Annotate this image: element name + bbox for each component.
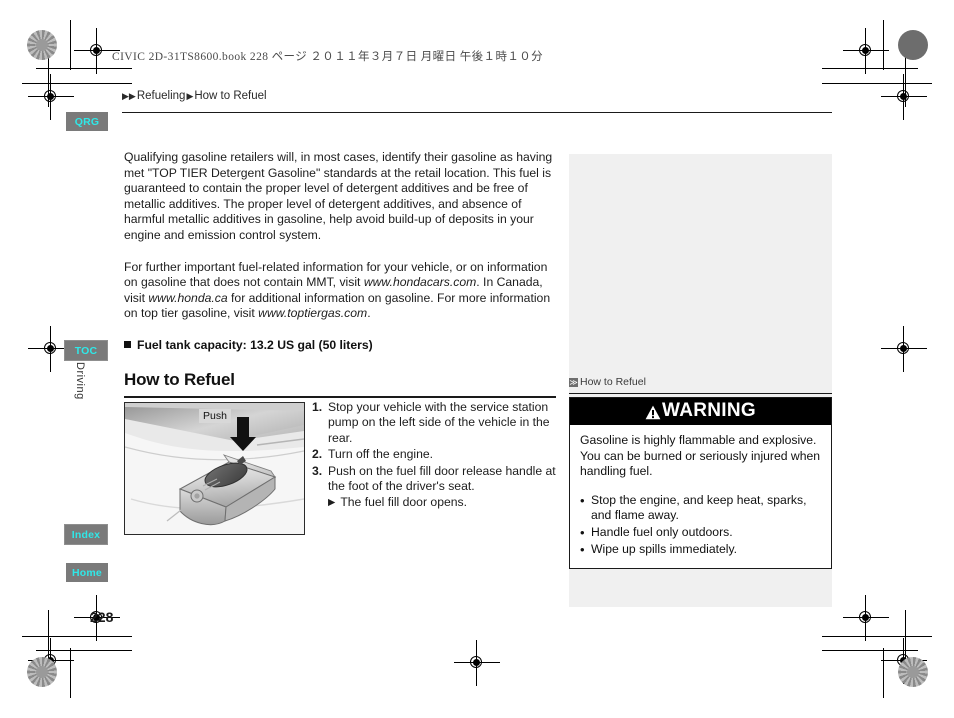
sidebar-item-label: Home [72,566,102,579]
url-hondacars[interactable]: www.hondacars.com [364,275,476,289]
document-page: CIVIC 2D-31TS8600.book 228 ページ ２０１１年３月７日… [0,0,954,718]
sidebar-reference-link[interactable]: ≫ How to Refuel [569,376,832,388]
registration-target-icon [454,640,500,686]
refuel-steps-list: 1. Stop your vehicle with the service st… [312,400,556,511]
warning-items-list: • Stop the engine, and keep heat, sparks… [580,493,821,557]
registration-target-icon [843,595,889,641]
breadcrumb-level-how-to-refuel[interactable]: How to Refuel [194,90,266,102]
bullet-icon: • [580,492,585,508]
sidebar-item-label: QRG [74,115,100,128]
registration-target-icon [74,28,120,74]
list-item: 3. Push on the fuel fill door release ha… [312,464,556,495]
sidebar-item-index[interactable]: Index [64,524,108,545]
color-density-dot [898,657,928,687]
substep-text: The fuel fill door opens. [340,495,468,510]
registration-target-icon [843,28,889,74]
list-item: 2. Turn off the engine. [312,447,556,462]
color-density-dot [27,657,57,687]
registration-target-icon [881,74,927,120]
crop-mark-line [822,636,932,638]
substep-arrow-icon: ▶ [328,497,336,509]
warning-triangle-icon [645,404,661,419]
step-number: 2. [312,447,323,462]
list-item: • Handle fuel only outdoors. [580,525,821,541]
list-item: 1. Stop your vehicle with the service st… [312,400,556,446]
crop-mark-line [822,68,918,70]
section-label-driving: Driving [74,362,86,400]
warning-content: Gasoline is highly flammable and explosi… [570,425,831,568]
square-bullet-icon [124,341,131,349]
breadcrumb-level-refueling[interactable]: Refueling [137,90,186,102]
paragraph-top-tier-gasoline: Qualifying gasoline retailers will, in m… [124,150,553,242]
sidebar-item-label: Index [71,528,101,541]
list-item: • Wipe up spills immediately. [580,542,821,558]
crop-mark-line [822,83,932,85]
step-text: Stop your vehicle with the service stati… [328,400,550,445]
breadcrumb: ▶ ▶ Refueling ▶ How to Refuel [122,90,268,102]
bullet-icon: • [580,541,585,557]
reference-arrow-icon: ≫ [569,377,578,387]
push-label: Push [199,409,231,423]
sidebar-item-toc[interactable]: TOC [64,340,108,361]
substep-item: ▶ The fuel fill door opens. [328,495,556,511]
crop-mark-line [883,20,885,70]
spec-fuel-tank-capacity: Fuel tank capacity: 13.2 US gal (50 lite… [124,338,556,352]
breadcrumb-arrow-icon: ▶ [128,90,136,101]
registration-target-icon [28,74,74,120]
breadcrumb-arrow-icon: ▶ [186,90,194,101]
page-number: 228 [90,609,114,625]
main-content-column: Qualifying gasoline retailers will, in m… [124,150,556,352]
warning-item-text: Stop the engine, and keep heat, sparks, … [591,492,807,523]
list-item: • Stop the engine, and keep heat, sparks… [580,493,821,524]
sidebar-reference-divider [569,393,832,395]
sidebar-item-qrg[interactable]: QRG [66,112,108,131]
step-number: 3. [312,463,323,478]
url-honda-ca[interactable]: www.honda.ca [148,291,227,305]
registration-target-icon [28,326,74,372]
sidebar-item-label: TOC [74,344,98,357]
crop-mark-line [22,636,132,638]
warning-item-text: Wipe up spills immediately. [591,541,738,556]
spec-text: Fuel tank capacity: 13.2 US gal (50 lite… [137,337,373,352]
breadcrumb-arrow-icon: ▶ [122,90,129,101]
warning-intro-text: Gasoline is highly flammable and explosi… [580,433,821,479]
crop-mark-line [70,20,72,70]
illustration-fuel-door-release-handle: Push [124,402,305,535]
paragraph-text-part: . [367,306,371,321]
crop-mark-line [36,68,132,70]
warning-item-text: Handle fuel only outdoors. [591,524,733,539]
breadcrumb-divider [122,112,832,114]
warning-box: WARNING Gasoline is highly flammable and… [569,397,832,570]
color-density-dot [27,30,57,60]
step-number: 1. [312,400,323,414]
section-divider [124,396,556,398]
step-text: Turn off the engine. [328,447,434,462]
registration-target-icon [881,326,927,372]
color-density-dot [898,30,928,60]
paragraph-fuel-information: For further important fuel-related infor… [124,260,556,322]
warning-header: WARNING [570,398,831,425]
crop-mark-line [70,648,72,698]
sidebar-reference-label: How to Refuel [580,376,646,388]
step-text: Push on the fuel fill door release handl… [328,463,556,494]
bullet-icon: • [580,524,585,540]
page-title: How to Refuel [124,370,235,389]
crop-mark-line [883,648,885,698]
print-slug: CIVIC 2D-31TS8600.book 228 ページ ２０１１年３月７日… [112,51,544,63]
sidebar-item-home[interactable]: Home [66,563,108,582]
crop-mark-line [22,83,132,85]
warning-title: WARNING [662,400,756,421]
url-toptiergas[interactable]: www.toptiergas.com [258,306,367,320]
